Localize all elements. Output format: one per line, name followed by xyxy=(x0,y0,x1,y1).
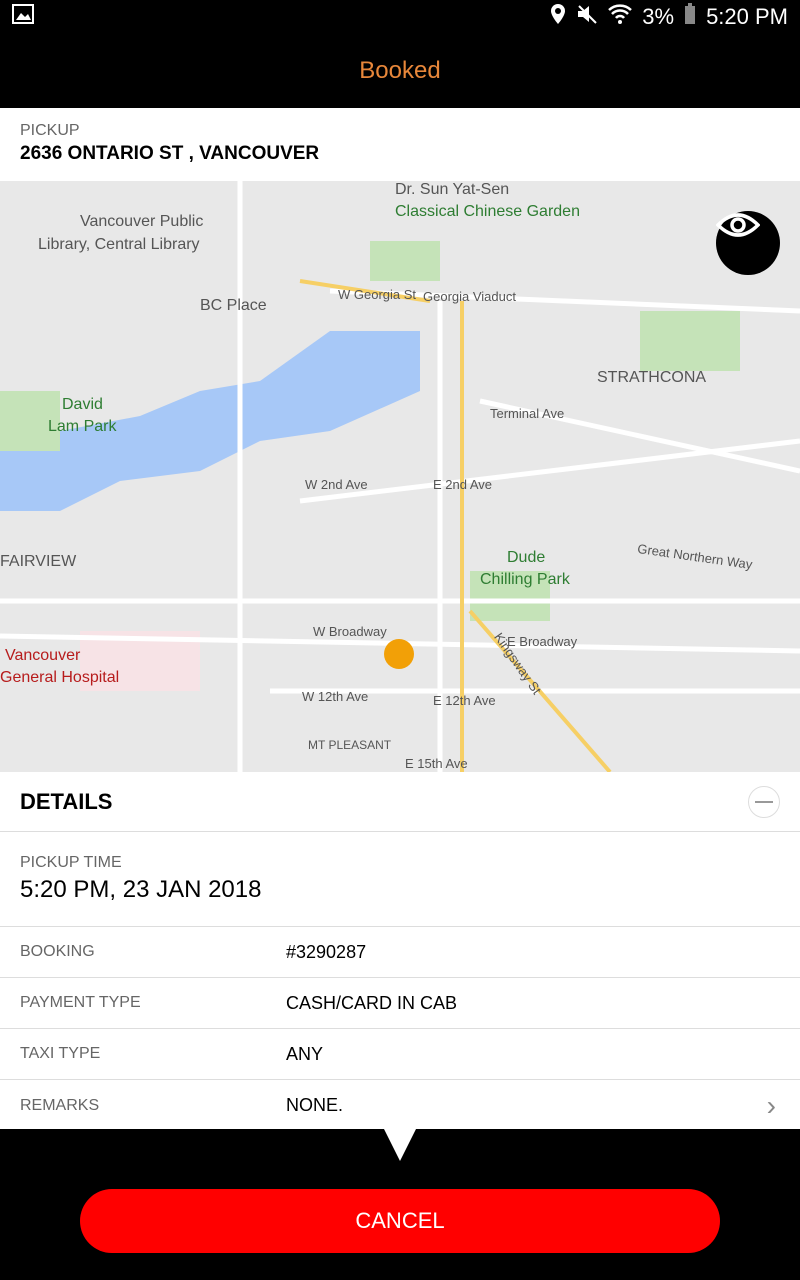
row-label: TAXI TYPE xyxy=(20,1045,101,1062)
cancel-button[interactable]: CANCEL xyxy=(80,1189,720,1253)
map-label: Library, Central Library xyxy=(38,236,200,253)
row-label: REMARKS xyxy=(20,1096,100,1114)
pickup-address: 2636 ONTARIO ST , VANCOUVER xyxy=(20,143,320,164)
pickup-time-label: PICKUP TIME xyxy=(20,854,122,871)
status-bar: 3% 5:20 PM xyxy=(0,0,800,34)
wifi-icon xyxy=(608,3,633,31)
battery-icon xyxy=(684,3,696,31)
details-header: DETAILS xyxy=(0,772,800,832)
map-graphics xyxy=(0,181,800,772)
image-icon xyxy=(12,4,34,30)
map-label: Georgia Viaduct xyxy=(423,289,516,304)
map-label: Dr. Sun Yat-Sen xyxy=(395,181,510,198)
map-label: E 12th Ave xyxy=(433,693,496,708)
clock: 5:20 PM xyxy=(706,4,788,29)
location-icon xyxy=(550,3,566,31)
page-title: Booked xyxy=(359,57,441,84)
map-label: BC Place xyxy=(200,297,267,314)
map-label: Terminal Ave xyxy=(490,406,565,421)
row-label: BOOKING xyxy=(20,943,95,960)
map-label: FAIRVIEW xyxy=(0,553,77,570)
row-value: NONE. xyxy=(286,1095,344,1115)
pickup-section: PICKUP 2636 ONTARIO ST , VANCOUVER xyxy=(0,108,800,181)
details-panel: DETAILS PICKUP TIME 5:20 PM, 23 JAN 2018… xyxy=(0,772,800,1129)
row-value: ANY xyxy=(286,1043,324,1064)
map-label: STRATHCONA xyxy=(597,369,707,386)
taxi-type-row: TAXI TYPE ANY xyxy=(0,1029,800,1080)
pickup-time-value: 5:20 PM, 23 JAN 2018 xyxy=(20,876,262,903)
map-label: MT PLEASANT xyxy=(308,738,392,752)
map-label: Chilling Park xyxy=(480,571,570,588)
map-label: Lam Park xyxy=(48,418,117,435)
map-label: General Hospital xyxy=(0,669,120,686)
map-label: E 15th Ave xyxy=(405,756,468,771)
minus-icon xyxy=(755,800,773,803)
map-label: David xyxy=(62,396,103,413)
remarks-row[interactable]: REMARKS NONE. › xyxy=(0,1080,800,1131)
app-bar: Booked xyxy=(0,34,800,108)
battery-level: 3% xyxy=(642,4,675,29)
map-label: W 12th Ave xyxy=(302,689,369,704)
map-label: Dude xyxy=(507,549,546,566)
mute-icon xyxy=(576,4,598,30)
row-value: #3290287 xyxy=(286,941,367,962)
panel-pointer xyxy=(384,1129,416,1161)
collapse-button[interactable] xyxy=(748,785,780,818)
map-label: E 2nd Ave xyxy=(433,477,493,492)
map-label: W 2nd Ave xyxy=(305,477,368,492)
chevron-right-icon: › xyxy=(766,1089,776,1121)
map-label: W Georgia St xyxy=(338,287,417,302)
map-label: Classical Chinese Garden xyxy=(395,203,580,220)
details-title: DETAILS xyxy=(20,788,113,814)
row-value: CASH/CARD IN CAB xyxy=(286,992,458,1013)
map-view[interactable]: Dr. Sun Yat-Sen Classical Chinese Garden… xyxy=(0,181,800,772)
payment-type-row: PAYMENT TYPE CASH/CARD IN CAB xyxy=(0,978,800,1029)
map-label: E Broadway xyxy=(507,634,578,649)
toggle-view-button[interactable] xyxy=(716,211,780,275)
row-label: PAYMENT TYPE xyxy=(20,994,141,1011)
pickup-label: PICKUP xyxy=(20,122,80,139)
booking-row: BOOKING #3290287 xyxy=(0,927,800,978)
pickup-time-section: PICKUP TIME 5:20 PM, 23 JAN 2018 xyxy=(0,832,800,927)
map-label: Vancouver Public xyxy=(80,213,204,230)
map-label: W Broadway xyxy=(313,624,387,639)
map-label: Vancouver xyxy=(5,647,81,664)
